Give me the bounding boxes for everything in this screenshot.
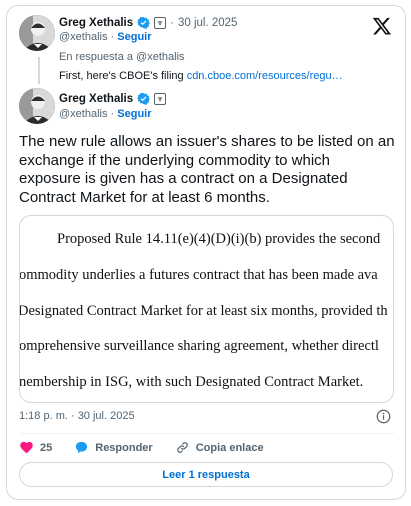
thread-line xyxy=(38,57,40,84)
image-text-line: ommodity underlies a futures contract th… xyxy=(19,267,378,283)
follow-button[interactable]: Seguir xyxy=(117,108,151,120)
x-logo-icon[interactable] xyxy=(372,16,392,36)
tweet-timestamp[interactable]: 1:18 p. m. · 30 jul. 2025 xyxy=(19,410,135,422)
image-text-line: nembership in ISG, with such Designated … xyxy=(19,374,364,390)
copy-link-button[interactable]: Copia enlace xyxy=(175,440,264,455)
link-icon xyxy=(176,442,188,453)
avatar-photo-icon xyxy=(19,88,55,124)
divider xyxy=(19,433,395,434)
follow-button[interactable]: Seguir xyxy=(117,31,151,43)
parent-author-row: Greg Xethalis ⩔ · 30 jul. 2025 xyxy=(59,16,237,29)
parent-tweet-text: First, here's CBOE's filing cdn.cboe.com… xyxy=(59,70,343,82)
info-icon[interactable] xyxy=(376,409,391,424)
like-button[interactable]: 25 xyxy=(19,440,52,455)
main-handle-row: @xethalis · Seguir xyxy=(59,108,152,120)
author-name[interactable]: Greg Xethalis xyxy=(59,93,133,105)
tweet-date[interactable]: 30 jul. 2025 xyxy=(178,17,237,29)
affiliate-badge-icon: ⩔ xyxy=(154,92,167,105)
action-bar: 25 Responder Copia enlace xyxy=(19,440,286,455)
parent-handle-row: @xethalis · Seguir xyxy=(59,31,152,43)
heart-icon xyxy=(20,441,33,454)
read-replies-button[interactable]: Leer 1 respuesta xyxy=(19,462,393,487)
verified-badge-icon xyxy=(137,16,151,29)
tweet-embed-card: Greg Xethalis ⩔ · 30 jul. 2025 @xethalis… xyxy=(6,5,406,500)
reply-to-label: En respuesta a @xethalis xyxy=(59,51,185,63)
reply-button[interactable]: Responder xyxy=(74,440,153,455)
author-handle[interactable]: @xethalis xyxy=(59,31,107,43)
avatar[interactable] xyxy=(19,15,55,51)
like-count: 25 xyxy=(40,441,53,454)
avatar-photo-icon xyxy=(19,15,55,51)
reply-bubble-icon xyxy=(76,441,88,454)
image-text-line: Proposed Rule 14.11(e)(4)(D)(i)(b) provi… xyxy=(57,231,381,247)
image-text-line: Designated Contract Market for at least … xyxy=(19,303,388,319)
copy-link-label: Copia enlace xyxy=(195,441,264,454)
affiliate-badge-icon: ⩔ xyxy=(154,16,167,29)
parent-text-prefix: First, here's CBOE's filing xyxy=(59,70,187,82)
reply-label: Responder xyxy=(95,441,153,454)
tweet-text: The new rule allows an issuer's shares t… xyxy=(19,133,395,206)
tweet-image[interactable]: Proposed Rule 14.11(e)(4)(D)(i)(b) provi… xyxy=(19,215,394,403)
date-separator: · xyxy=(170,16,174,29)
avatar[interactable] xyxy=(19,88,55,124)
author-handle[interactable]: @xethalis xyxy=(59,108,107,120)
verified-badge-icon xyxy=(137,92,151,105)
author-name[interactable]: Greg Xethalis xyxy=(59,17,133,29)
main-author-row: Greg Xethalis ⩔ xyxy=(59,92,167,105)
filing-link[interactable]: cdn.cboe.com/resources/regu… xyxy=(187,70,343,82)
image-text-line: omprehensive surveillance sharing agreem… xyxy=(19,338,379,354)
